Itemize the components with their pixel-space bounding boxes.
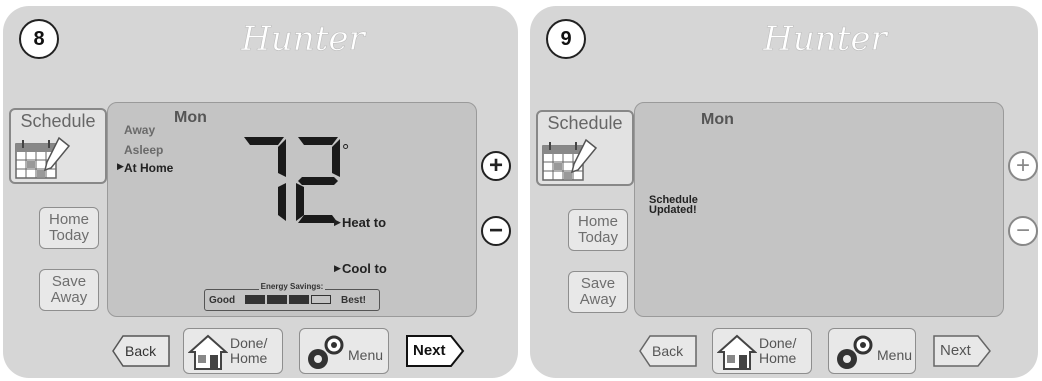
heat-to-label: Heat to [342,215,387,230]
schedule-button-label: Schedule [20,111,96,131]
save-away-line-2: Away [579,291,617,308]
mode-asleep: Asleep [124,143,164,157]
minus-button[interactable]: − [481,216,511,246]
plus-button[interactable]: + [481,151,511,181]
menu-label: Menu [348,347,384,363]
cool-to-label: Cool to [342,261,387,276]
back-label: Back [125,343,157,359]
schedule-button-label: Schedule [547,113,623,133]
temperature-display [244,137,340,223]
energy-segment-3 [289,295,309,304]
house-icon [188,334,228,370]
calendar-pencil-icon [542,138,598,181]
energy-savings-title: Energy Savings: [258,282,326,291]
svg-text:Hunter: Hunter [240,19,366,59]
energy-good-label: Good [209,295,236,306]
back-button[interactable]: Back [638,328,700,374]
save-away-line-1: Save [580,275,616,292]
save-away-button[interactable]: Save Away [568,271,628,313]
hunter-logo: Hunter [240,19,367,60]
gear-icon [837,335,873,369]
svg-text:Hunter: Hunter [762,19,888,59]
home-today-line-1: Home [48,211,89,228]
next-button[interactable]: Next [932,328,992,374]
thermostat-panel-step-9: 9 Hunter Schedule Home Today Save Away M… [530,6,1038,378]
energy-segment-4 [311,295,331,304]
message-line-2: Updated! [649,204,697,216]
step-number-badge: 8 [19,19,59,59]
home-today-line-1: Home [577,213,618,230]
plus-button[interactable]: + [1008,151,1038,181]
home-today-button[interactable]: Home Today [568,209,628,251]
save-away-button[interactable]: Save Away [39,269,99,311]
schedule-button[interactable]: Schedule [9,108,107,184]
menu-button[interactable]: Menu [828,328,916,374]
back-label: Back [652,343,684,359]
mode-away: Away [124,123,156,137]
home-today-button[interactable]: Home Today [39,207,99,249]
done-home-line-2: Home [230,350,268,366]
cool-arrow: ▶ [334,263,341,273]
next-label: Next [413,342,446,359]
step-number-badge: 9 [546,19,586,59]
degree-symbol: ° [342,141,350,161]
done-home-button[interactable]: Done/ Home [183,328,283,374]
active-mode-arrow: ▶ [117,161,124,171]
home-today-line-2: Today [577,229,619,246]
next-label: Next [940,342,971,359]
energy-segment-2 [267,295,287,304]
mode-at-home: At Home [124,161,174,175]
done-home-button[interactable]: Done/ Home [712,328,812,374]
done-home-line-1: Done/ [759,335,797,351]
day-label: Mon [701,111,734,128]
minus-button[interactable]: − [1008,216,1038,246]
hunter-logo: Hunter [762,19,889,60]
house-icon [717,334,757,370]
energy-savings-meter: Energy Savings: Good Best! [204,282,380,311]
schedule-updated-message: Schedule Updated! [649,195,698,216]
back-button[interactable]: Back [111,328,173,374]
energy-segment-1 [245,295,265,304]
lcd-screen: Mon Schedule Updated! [634,102,1004,317]
day-label: Mon [174,109,207,126]
next-button[interactable]: Next [405,328,465,374]
seven-segment-digit-7 [244,137,286,221]
gear-icon [308,335,344,369]
save-away-line-1: Save [51,273,87,290]
menu-label: Menu [877,347,913,363]
schedule-button[interactable]: Schedule [536,110,634,186]
energy-best-label: Best! [341,295,367,306]
done-home-line-2: Home [759,350,797,366]
menu-button[interactable]: Menu [299,328,389,374]
calendar-pencil-icon [15,136,71,179]
lcd-screen: Mon Away Asleep ▶ At Home ° ▶ Heat to ▶ … [107,102,477,317]
thermostat-panel-step-8: 8 Hunter Schedule Home Today Save Away M… [3,6,518,378]
done-home-line-1: Done/ [230,335,268,351]
save-away-line-2: Away [50,289,88,306]
heat-arrow: ▶ [334,217,341,227]
seven-segment-digit-2 [296,137,340,223]
home-today-line-2: Today [48,227,90,244]
